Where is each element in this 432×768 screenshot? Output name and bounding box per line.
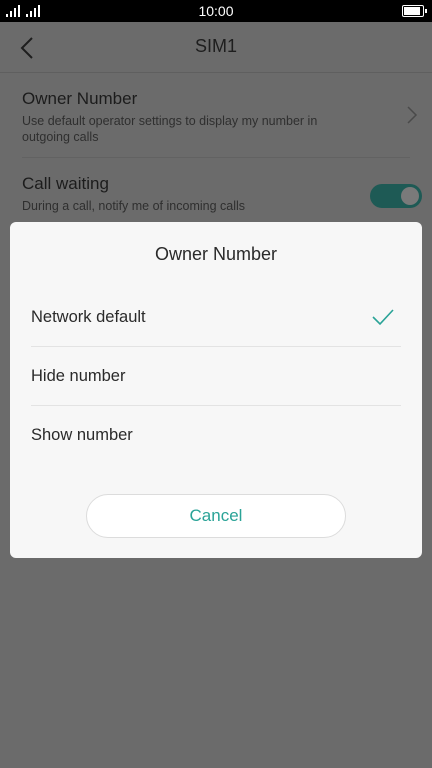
option-list: Network default Hide number Show number bbox=[31, 288, 401, 464]
page-title: SIM1 bbox=[194, 36, 237, 56]
setting-owner-number[interactable]: Owner Number Use default operator settin… bbox=[22, 73, 418, 158]
option-network-default[interactable]: Network default bbox=[31, 288, 401, 347]
setting-title: Call waiting bbox=[22, 174, 109, 193]
setting-description: Use default operator settings to display… bbox=[22, 114, 318, 144]
setting-call-waiting[interactable]: Call waiting During a call, notify me of… bbox=[22, 158, 422, 226]
dialog-title: Owner Number bbox=[154, 244, 278, 264]
setting-description: During a call, notify me of incoming cal… bbox=[22, 199, 246, 213]
app-bar: SIM1 bbox=[0, 22, 432, 73]
status-bar: 10:00 bbox=[0, 0, 432, 22]
owner-number-dialog: Owner Number Network default Hide number… bbox=[10, 222, 422, 558]
check-icon bbox=[372, 309, 394, 326]
cancel-button[interactable]: Cancel bbox=[86, 494, 346, 538]
option-hide-number[interactable]: Hide number bbox=[31, 347, 401, 406]
option-label: Show number bbox=[31, 426, 133, 444]
call-waiting-toggle[interactable] bbox=[370, 184, 422, 208]
chevron-right-icon bbox=[407, 106, 418, 124]
battery-icon bbox=[402, 5, 427, 17]
setting-title: Owner Number bbox=[22, 89, 138, 108]
option-label: Network default bbox=[31, 308, 146, 326]
settings-list: Owner Number Use default operator settin… bbox=[0, 73, 432, 226]
toggle-knob bbox=[401, 187, 419, 205]
status-time: 10:00 bbox=[198, 3, 234, 19]
option-label: Hide number bbox=[31, 367, 126, 385]
option-show-number[interactable]: Show number bbox=[31, 406, 401, 464]
